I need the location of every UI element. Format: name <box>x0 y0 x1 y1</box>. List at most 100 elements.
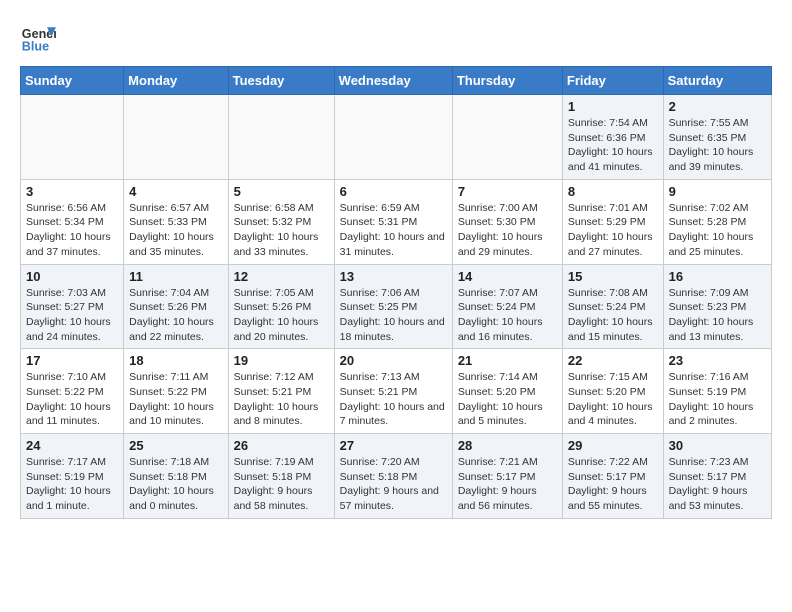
day-number: 5 <box>234 184 329 199</box>
day-info: Sunrise: 7:55 AM Sunset: 6:35 PM Dayligh… <box>669 116 766 175</box>
day-number: 28 <box>458 438 557 453</box>
day-number: 27 <box>340 438 447 453</box>
calendar-cell: 10 Sunrise: 7:03 AM Sunset: 5:27 PM Dayli… <box>21 264 124 349</box>
day-info: Sunrise: 7:22 AM Sunset: 5:17 PM Dayligh… <box>568 455 658 514</box>
calendar-cell: 20Sunrise: 7:13 AM Sunset: 5:21 PM Dayli… <box>334 349 452 434</box>
calendar-week-row: 1 Sunrise: 7:54 AM Sunset: 6:36 PM Daylig… <box>21 95 772 180</box>
calendar-cell: 27 Sunrise: 7:20 AM Sunset: 5:18 PM Dayli… <box>334 434 452 519</box>
calendar-cell: 3 Sunrise: 6:56 AM Sunset: 5:34 PM Daylig… <box>21 179 124 264</box>
day-number: 7 <box>458 184 557 199</box>
weekday-header: Friday <box>562 67 663 95</box>
calendar-cell: 17 Sunrise: 7:10 AM Sunset: 5:22 PM Dayli… <box>21 349 124 434</box>
day-number: 29 <box>568 438 658 453</box>
weekday-header: Saturday <box>663 67 771 95</box>
day-info: Sunrise: 7:16 AM Sunset: 5:19 PM Dayligh… <box>669 370 766 429</box>
calendar-cell: 22Sunrise: 7:15 AM Sunset: 5:20 PM Dayli… <box>562 349 663 434</box>
day-number: 4 <box>129 184 222 199</box>
weekday-header: Thursday <box>452 67 562 95</box>
day-info: Sunrise: 7:03 AM Sunset: 5:27 PM Dayligh… <box>26 286 118 345</box>
calendar-cell <box>124 95 228 180</box>
calendar-cell: 2 Sunrise: 7:55 AM Sunset: 6:35 PM Daylig… <box>663 95 771 180</box>
day-number: 24 <box>26 438 118 453</box>
calendar-cell: 30 Sunrise: 7:23 AM Sunset: 5:17 PM Dayli… <box>663 434 771 519</box>
calendar-cell: 13Sunrise: 7:06 AM Sunset: 5:25 PM Dayli… <box>334 264 452 349</box>
day-info: Sunrise: 7:20 AM Sunset: 5:18 PM Dayligh… <box>340 455 447 514</box>
day-info: Sunrise: 6:57 AM Sunset: 5:33 PM Dayligh… <box>129 201 222 260</box>
day-number: 12 <box>234 269 329 284</box>
calendar-cell: 8 Sunrise: 7:01 AM Sunset: 5:29 PM Daylig… <box>562 179 663 264</box>
day-info: Sunrise: 7:10 AM Sunset: 5:22 PM Dayligh… <box>26 370 118 429</box>
calendar-cell: 29 Sunrise: 7:22 AM Sunset: 5:17 PM Dayli… <box>562 434 663 519</box>
day-info: Sunrise: 7:07 AM Sunset: 5:24 PM Dayligh… <box>458 286 557 345</box>
day-number: 25 <box>129 438 222 453</box>
day-number: 15 <box>568 269 658 284</box>
day-info: Sunrise: 7:18 AM Sunset: 5:18 PM Dayligh… <box>129 455 222 514</box>
calendar-cell: 16 Sunrise: 7:09 AM Sunset: 5:23 PM Dayli… <box>663 264 771 349</box>
calendar-cell: 1 Sunrise: 7:54 AM Sunset: 6:36 PM Daylig… <box>562 95 663 180</box>
day-info: Sunrise: 7:05 AM Sunset: 5:26 PM Dayligh… <box>234 286 329 345</box>
weekday-header: Sunday <box>21 67 124 95</box>
day-number: 21 <box>458 353 557 368</box>
calendar-cell: 12 Sunrise: 7:05 AM Sunset: 5:26 PM Dayli… <box>228 264 334 349</box>
calendar-cell: 23 Sunrise: 7:16 AM Sunset: 5:19 PM Dayli… <box>663 349 771 434</box>
day-number: 3 <box>26 184 118 199</box>
calendar-cell: 5 Sunrise: 6:58 AM Sunset: 5:32 PM Daylig… <box>228 179 334 264</box>
calendar-cell: 6 Sunrise: 6:59 AM Sunset: 5:31 PM Daylig… <box>334 179 452 264</box>
header-row: SundayMondayTuesdayWednesdayThursdayFrid… <box>21 67 772 95</box>
day-number: 19 <box>234 353 329 368</box>
day-info: Sunrise: 6:58 AM Sunset: 5:32 PM Dayligh… <box>234 201 329 260</box>
calendar-cell: 11Sunrise: 7:04 AM Sunset: 5:26 PM Dayli… <box>124 264 228 349</box>
weekday-header: Tuesday <box>228 67 334 95</box>
day-info: Sunrise: 6:59 AM Sunset: 5:31 PM Dayligh… <box>340 201 447 260</box>
calendar-cell: 25 Sunrise: 7:18 AM Sunset: 5:18 PM Dayli… <box>124 434 228 519</box>
weekday-header: Wednesday <box>334 67 452 95</box>
day-number: 23 <box>669 353 766 368</box>
day-info: Sunrise: 7:08 AM Sunset: 5:24 PM Dayligh… <box>568 286 658 345</box>
calendar-body: 1 Sunrise: 7:54 AM Sunset: 6:36 PM Daylig… <box>21 95 772 519</box>
day-info: Sunrise: 7:21 AM Sunset: 5:17 PM Dayligh… <box>458 455 557 514</box>
day-info: Sunrise: 7:11 AM Sunset: 5:22 PM Dayligh… <box>129 370 222 429</box>
day-info: Sunrise: 7:54 AM Sunset: 6:36 PM Dayligh… <box>568 116 658 175</box>
day-number: 13 <box>340 269 447 284</box>
day-number: 17 <box>26 353 118 368</box>
day-info: Sunrise: 7:12 AM Sunset: 5:21 PM Dayligh… <box>234 370 329 429</box>
day-info: Sunrise: 7:14 AM Sunset: 5:20 PM Dayligh… <box>458 370 557 429</box>
day-number: 10 <box>26 269 118 284</box>
day-number: 2 <box>669 99 766 114</box>
logo-icon: General Blue <box>20 20 56 56</box>
calendar-week-row: 17 Sunrise: 7:10 AM Sunset: 5:22 PM Dayli… <box>21 349 772 434</box>
calendar-cell: 21 Sunrise: 7:14 AM Sunset: 5:20 PM Dayli… <box>452 349 562 434</box>
day-info: Sunrise: 7:09 AM Sunset: 5:23 PM Dayligh… <box>669 286 766 345</box>
day-number: 16 <box>669 269 766 284</box>
page-header: General Blue <box>20 20 772 56</box>
day-info: Sunrise: 7:19 AM Sunset: 5:18 PM Dayligh… <box>234 455 329 514</box>
logo: General Blue <box>20 20 62 56</box>
day-info: Sunrise: 7:17 AM Sunset: 5:19 PM Dayligh… <box>26 455 118 514</box>
calendar-cell: 14 Sunrise: 7:07 AM Sunset: 5:24 PM Dayli… <box>452 264 562 349</box>
calendar-cell: 15 Sunrise: 7:08 AM Sunset: 5:24 PM Dayli… <box>562 264 663 349</box>
calendar-cell: 28 Sunrise: 7:21 AM Sunset: 5:17 PM Dayli… <box>452 434 562 519</box>
calendar-cell: 19 Sunrise: 7:12 AM Sunset: 5:21 PM Dayli… <box>228 349 334 434</box>
calendar-week-row: 24 Sunrise: 7:17 AM Sunset: 5:19 PM Dayli… <box>21 434 772 519</box>
calendar-cell: 26Sunrise: 7:19 AM Sunset: 5:18 PM Dayli… <box>228 434 334 519</box>
day-info: Sunrise: 7:01 AM Sunset: 5:29 PM Dayligh… <box>568 201 658 260</box>
weekday-header: Monday <box>124 67 228 95</box>
calendar-cell <box>21 95 124 180</box>
calendar-cell <box>452 95 562 180</box>
calendar-cell: 7Sunrise: 7:00 AM Sunset: 5:30 PM Daylig… <box>452 179 562 264</box>
calendar-cell: 4 Sunrise: 6:57 AM Sunset: 5:33 PM Daylig… <box>124 179 228 264</box>
day-number: 6 <box>340 184 447 199</box>
day-number: 9 <box>669 184 766 199</box>
calendar-header: SundayMondayTuesdayWednesdayThursdayFrid… <box>21 67 772 95</box>
calendar-cell: 18Sunrise: 7:11 AM Sunset: 5:22 PM Dayli… <box>124 349 228 434</box>
calendar-cell <box>334 95 452 180</box>
day-info: Sunrise: 7:23 AM Sunset: 5:17 PM Dayligh… <box>669 455 766 514</box>
day-info: Sunrise: 7:04 AM Sunset: 5:26 PM Dayligh… <box>129 286 222 345</box>
day-number: 30 <box>669 438 766 453</box>
day-info: Sunrise: 6:56 AM Sunset: 5:34 PM Dayligh… <box>26 201 118 260</box>
day-number: 8 <box>568 184 658 199</box>
day-number: 1 <box>568 99 658 114</box>
day-number: 14 <box>458 269 557 284</box>
calendar-cell: 24 Sunrise: 7:17 AM Sunset: 5:19 PM Dayli… <box>21 434 124 519</box>
svg-text:Blue: Blue <box>22 40 49 54</box>
